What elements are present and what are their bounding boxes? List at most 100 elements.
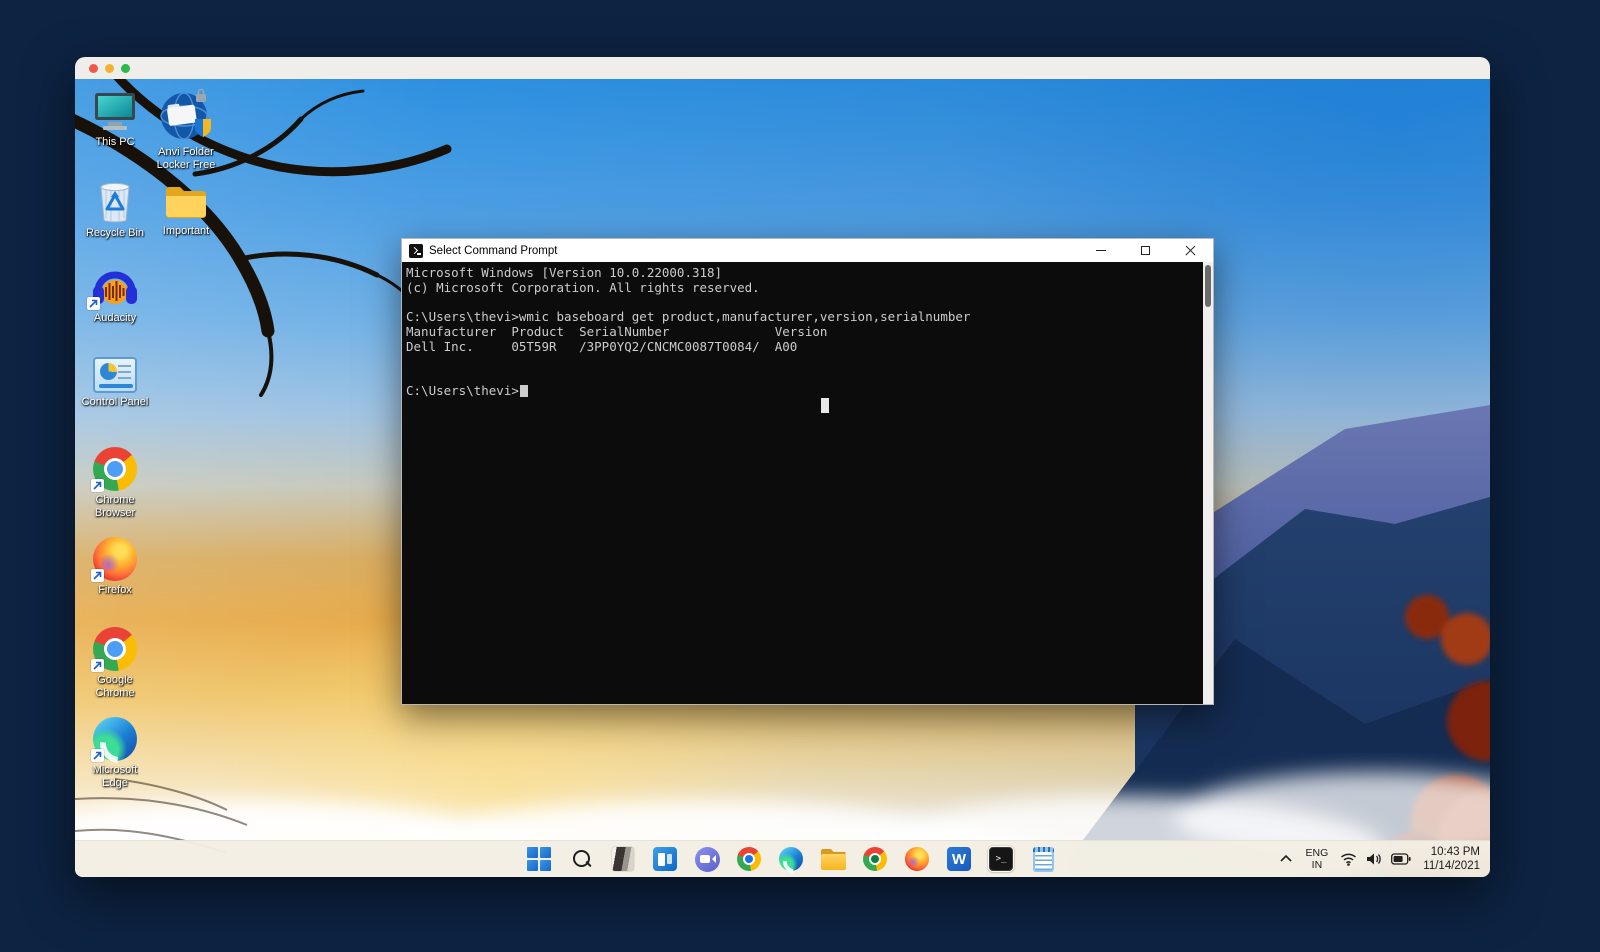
firefox-icon [905, 847, 929, 871]
taskbar-clock[interactable]: 10:43 PM 11/14/2021 [1423, 845, 1480, 873]
windows-logo-icon [527, 847, 551, 871]
notepad-icon [1033, 847, 1054, 872]
console-line: (c) Microsoft Corporation. All rights re… [406, 281, 1203, 296]
desktop-icon-control-panel[interactable]: Control Panel [79, 353, 151, 409]
desktop-icon-anvi-folder-locker[interactable]: Anvi Folder Locker Free [145, 87, 227, 172]
search-icon [571, 849, 591, 869]
taskbar-blue-panes-app-button[interactable] [652, 846, 678, 872]
google-chrome-icon [93, 625, 137, 671]
anvi-folder-locker-icon [158, 87, 214, 143]
shortcut-arrow-icon [91, 749, 104, 762]
close-traffic-light-icon[interactable] [89, 64, 98, 73]
console-line [406, 355, 1203, 370]
console-table-header: Manufacturer Product SerialNumber Versio… [406, 325, 1203, 340]
tray-overflow-chevron-icon[interactable] [1278, 851, 1294, 867]
minimize-traffic-light-icon[interactable] [105, 64, 114, 73]
file-explorer-icon [821, 849, 846, 870]
microsoft-edge-icon [93, 715, 137, 761]
desktop-icon-label: Google Chrome [79, 674, 151, 700]
recycle-bin-icon [92, 178, 138, 224]
text-cursor [520, 385, 528, 397]
command-prompt-window: Select Command Prompt Microsoft Windows … [401, 238, 1214, 705]
firefox-icon [93, 535, 137, 581]
console-table-row: Dell Inc. 05T59R /3PP0YQ2/CNCMC0087T0084… [406, 340, 1203, 355]
console-line: Microsoft Windows [Version 10.0.22000.31… [406, 266, 1203, 281]
windows-desktop: This PC [75, 79, 1490, 877]
taskbar-firefox-button[interactable] [904, 846, 930, 872]
desktop-icon-label: Control Panel [82, 396, 149, 409]
desktop-icon-this-pc[interactable]: This PC [79, 91, 151, 149]
dark-app-icon [612, 847, 634, 871]
close-button[interactable] [1168, 239, 1213, 262]
desktop-icon-label: Firefox [98, 584, 132, 597]
desktop-icon-label: Recycle Bin [86, 227, 144, 240]
screenshot-stage: This PC [0, 0, 1600, 952]
chrome-icon [737, 847, 761, 871]
windows-taskbar: W >_ ENG IN [75, 840, 1490, 877]
shortcut-arrow-icon [91, 479, 104, 492]
scrollbar-thumb[interactable] [1205, 265, 1211, 307]
shortcut-arrow-icon [87, 297, 100, 310]
chrome-browser-icon [93, 445, 137, 491]
taskbar-search-button[interactable] [568, 846, 594, 872]
command-prompt-icon: >_ [989, 847, 1013, 871]
console-output[interactable]: Microsoft Windows [Version 10.0.22000.31… [402, 262, 1203, 704]
system-tray: ENG IN [1278, 841, 1480, 877]
maximize-button[interactable] [1123, 239, 1168, 262]
taskbar-notepad-button[interactable] [1030, 846, 1056, 872]
shortcut-arrow-icon [91, 659, 104, 672]
desktop-icon-label: Microsoft Edge [79, 764, 151, 790]
start-button[interactable] [526, 846, 552, 872]
desktop-icon-audacity[interactable]: Audacity [79, 259, 151, 325]
taskbar-chrome-button[interactable] [736, 846, 762, 872]
console-scrollbar[interactable] [1203, 262, 1213, 704]
cmd-titlebar[interactable]: Select Command Prompt [402, 239, 1213, 262]
taskbar-file-explorer-button[interactable] [820, 846, 846, 872]
desktop-icon-microsoft-edge[interactable]: Microsoft Edge [79, 715, 151, 790]
taskbar-edge-button[interactable] [778, 846, 804, 872]
desktop-icon-firefox[interactable]: Firefox [79, 535, 151, 597]
blue-panes-app-icon [653, 847, 677, 871]
language-indicator[interactable]: ENG IN [1306, 847, 1329, 871]
desktop-icon-recycle-bin[interactable]: Recycle Bin [79, 178, 151, 240]
word-icon: W [947, 847, 971, 871]
desktop-icon-label: Audacity [94, 312, 136, 325]
desktop-icon-label: Anvi Folder Locker Free [145, 146, 227, 172]
battery-icon [1391, 853, 1411, 865]
console-prompt-line: C:\Users\thevi> [406, 384, 1203, 399]
language-region: IN [1306, 859, 1329, 871]
shortcut-arrow-icon [91, 569, 104, 582]
taskbar-chat-button[interactable] [694, 846, 720, 872]
clock-date: 11/14/2021 [1423, 859, 1480, 873]
control-panel-icon [93, 353, 137, 393]
volume-icon [1366, 852, 1382, 866]
console-command-line: C:\Users\thevi>wmic baseboard get produc… [406, 310, 1203, 325]
teams-chat-icon [695, 847, 720, 872]
stray-cursor-block [821, 398, 829, 413]
important-folder-icon [162, 180, 210, 222]
chrome-alt-icon [863, 847, 887, 871]
zoom-traffic-light-icon[interactable] [121, 64, 130, 73]
language-code: ENG [1306, 847, 1329, 859]
taskbar-chrome-alt-button[interactable] [862, 846, 888, 872]
wifi-icon [1340, 852, 1357, 866]
desktop-icon-important-folder[interactable]: Important [145, 180, 227, 238]
taskbar-word-button[interactable]: W [946, 846, 972, 872]
cmd-window-title: Select Command Prompt [429, 245, 557, 257]
taskbar-pinned-apps: W >_ [526, 841, 1056, 877]
mac-titlebar[interactable] [75, 57, 1490, 79]
desktop-icon-chrome-browser[interactable]: Chrome Browser [79, 445, 151, 520]
taskbar-command-prompt-button[interactable]: >_ [988, 846, 1014, 872]
tray-status-icons[interactable] [1340, 852, 1411, 866]
virtual-machine-window: This PC [75, 57, 1490, 877]
console-prompt: C:\Users\thevi> [406, 383, 519, 398]
clock-time: 10:43 PM [1423, 845, 1480, 859]
edge-icon [779, 847, 803, 871]
this-pc-icon [92, 91, 138, 133]
desktop-icon-google-chrome[interactable]: Google Chrome [79, 625, 151, 700]
cmd-window-icon [409, 244, 423, 258]
minimize-button[interactable] [1078, 239, 1123, 262]
console-line [406, 296, 1203, 311]
desktop-icon-label: Important [163, 225, 209, 238]
taskbar-dark-app-button[interactable] [610, 846, 636, 872]
